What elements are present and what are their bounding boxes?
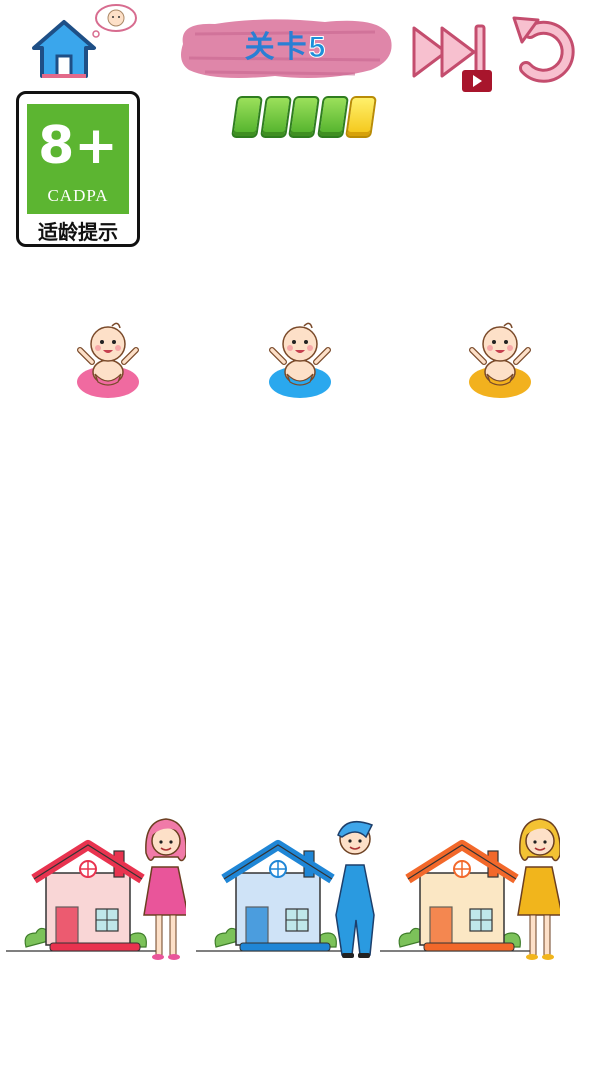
skip-level-button[interactable] xyxy=(410,18,496,96)
age-rating-number: 8+ xyxy=(38,116,118,176)
age-rating-panel: 8+ CADPA xyxy=(27,104,129,214)
baby-icon xyxy=(469,322,531,398)
progress-segment xyxy=(231,96,263,138)
baby-icon xyxy=(269,322,331,398)
progress-segment xyxy=(345,96,377,138)
age-rating-label: 适龄提示 xyxy=(38,222,118,244)
skip-video-icon xyxy=(412,24,492,92)
house-and-person-icon xyxy=(196,820,375,958)
family-house-blue-man[interactable] xyxy=(196,815,376,965)
thought-bubble-baby-icon xyxy=(88,2,138,38)
progress-segment xyxy=(259,96,292,138)
house-and-person-icon xyxy=(6,818,189,960)
age-rating-org: CADPA xyxy=(47,186,109,205)
restart-icon xyxy=(512,16,575,83)
house-and-person-icon xyxy=(380,818,563,960)
level-number: 5 xyxy=(308,31,328,65)
restart-button[interactable] xyxy=(508,12,578,90)
baby-pink[interactable] xyxy=(68,316,148,402)
level-progress xyxy=(231,96,377,142)
baby-icon xyxy=(77,322,139,398)
level-title: 关卡5 xyxy=(175,22,397,74)
baby-blue[interactable] xyxy=(260,316,340,402)
progress-segment xyxy=(316,96,349,138)
age-rating-badge: 8+ CADPA 适龄提示 xyxy=(16,91,140,247)
family-house-yellow-woman[interactable] xyxy=(380,815,563,965)
baby-orange[interactable] xyxy=(460,316,540,402)
family-house-pink-woman[interactable] xyxy=(6,815,189,965)
level-label: 关卡 xyxy=(244,31,309,64)
progress-segment xyxy=(288,96,320,138)
